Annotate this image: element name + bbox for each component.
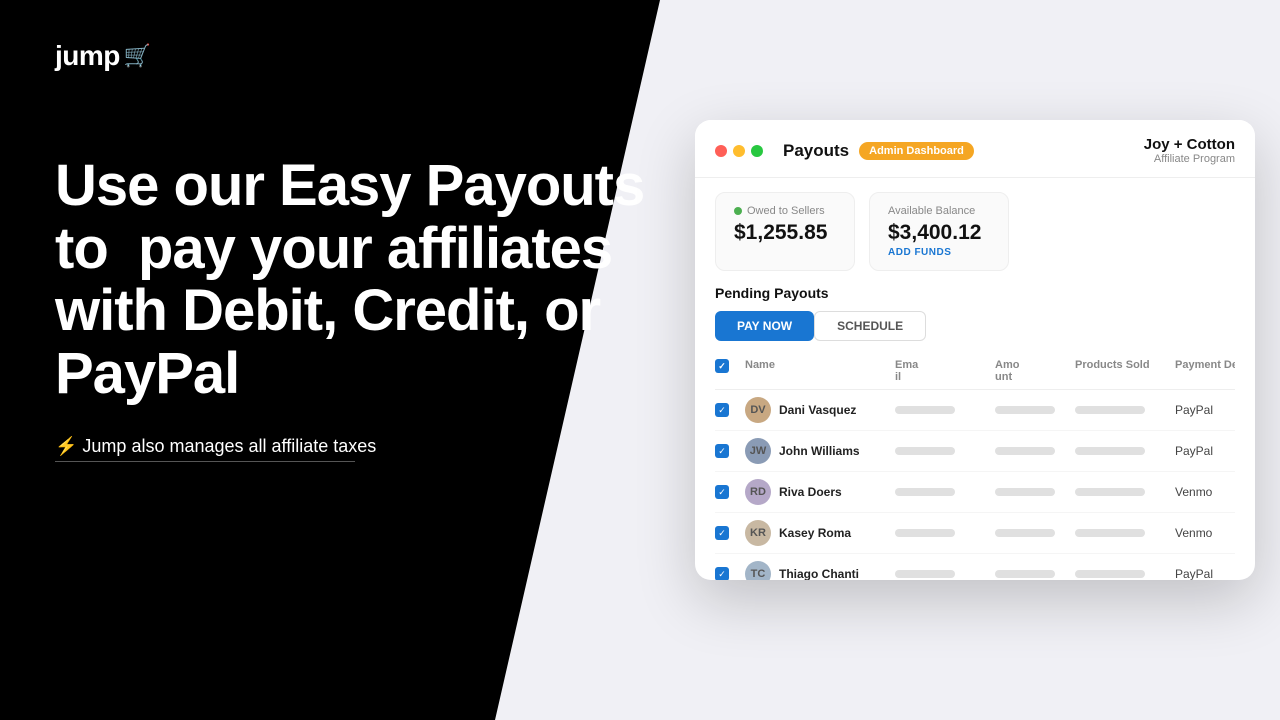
email-placeholder-2: [895, 447, 955, 455]
avatar-dani: DV: [745, 397, 771, 423]
stat-label-2: Available Balance: [888, 205, 990, 217]
stat-value-2: $3,400.12: [888, 221, 990, 245]
amount-placeholder-1: [995, 406, 1055, 414]
col-header-email: Email: [895, 359, 995, 383]
brand-info: Joy + Cotton Affiliate Program: [1144, 136, 1235, 165]
payment-method-3: Venmo: [1175, 485, 1235, 499]
row-checkbox-3[interactable]: [715, 485, 729, 499]
brand-name: Joy + Cotton: [1144, 136, 1235, 153]
schedule-tab[interactable]: SCHEDULE: [814, 311, 926, 341]
avatar-john: JW: [745, 438, 771, 464]
row-checkbox-2[interactable]: [715, 444, 729, 458]
products-placeholder-5: [1075, 570, 1145, 578]
avatar-thiago: TC: [745, 561, 771, 580]
col-header-amount: Amount: [995, 359, 1075, 383]
stat-label-1: Owed to Sellers: [734, 205, 836, 217]
amount-placeholder-5: [995, 570, 1055, 578]
pending-payouts-section: Pending Payouts PAY NOW SCHEDULE Name Em…: [695, 285, 1255, 580]
row-checkbox-5[interactable]: [715, 567, 729, 580]
row-name-2: John Williams: [779, 444, 860, 458]
pay-now-tab[interactable]: PAY NOW: [715, 311, 814, 341]
table-row: RD Riva Doers Venmo: [715, 472, 1235, 513]
logo-icon: 🛒: [124, 43, 151, 69]
payment-method-5: PayPal: [1175, 567, 1235, 580]
stat-dot-green: [734, 207, 742, 215]
logo-text: jump: [55, 40, 120, 72]
email-placeholder-1: [895, 406, 955, 414]
col-header-checkbox: [715, 359, 745, 383]
dashboard-window: Payouts Admin Dashboard Joy + Cotton Aff…: [695, 120, 1255, 580]
stat-value-1: $1,255.85: [734, 221, 836, 245]
minimize-button-icon[interactable]: [733, 145, 745, 157]
products-placeholder-3: [1075, 488, 1145, 496]
row-user-3: RD Riva Doers: [745, 479, 895, 505]
row-user-2: JW John Williams: [745, 438, 895, 464]
row-name-5: Thiago Chanti: [779, 567, 859, 580]
window-titlebar: Payouts Admin Dashboard Joy + Cotton Aff…: [695, 120, 1255, 178]
email-placeholder-5: [895, 570, 955, 578]
payouts-table: Name Email Amount Products Sold Payment …: [715, 353, 1235, 580]
table-row: JW John Williams PayPal: [715, 431, 1235, 472]
select-all-checkbox[interactable]: [715, 359, 729, 373]
email-placeholder-4: [895, 529, 955, 537]
products-placeholder-2: [1075, 447, 1145, 455]
row-checkbox-1[interactable]: [715, 403, 729, 417]
payment-method-4: Venmo: [1175, 526, 1235, 540]
table-header-row: Name Email Amount Products Sold Payment …: [715, 353, 1235, 390]
amount-placeholder-4: [995, 529, 1055, 537]
owed-to-sellers-card: Owed to Sellers $1,255.85: [715, 192, 855, 271]
table-row: TC Thiago Chanti PayPal: [715, 554, 1235, 580]
maximize-button-icon[interactable]: [751, 145, 763, 157]
col-header-payment: Payment Details: [1175, 359, 1235, 383]
row-user-4: KR Kasey Roma: [745, 520, 895, 546]
row-checkbox-4[interactable]: [715, 526, 729, 540]
payout-tabs: PAY NOW SCHEDULE: [715, 311, 1235, 341]
amount-placeholder-3: [995, 488, 1055, 496]
row-user-1: DV Dani Vasquez: [745, 397, 895, 423]
window-title: Payouts: [783, 141, 849, 161]
col-header-products: Products Sold: [1075, 359, 1175, 383]
row-name-3: Riva Doers: [779, 485, 842, 499]
col-header-name: Name: [745, 359, 895, 383]
table-row: KR Kasey Roma Venmo: [715, 513, 1235, 554]
stats-row: Owed to Sellers $1,255.85 Available Bala…: [695, 178, 1255, 285]
avatar-riva: RD: [745, 479, 771, 505]
products-placeholder-4: [1075, 529, 1145, 537]
pending-payouts-title: Pending Payouts: [715, 285, 1235, 301]
window-controls: [715, 145, 763, 157]
row-name-1: Dani Vasquez: [779, 403, 856, 417]
email-placeholder-3: [895, 488, 955, 496]
close-button-icon[interactable]: [715, 145, 727, 157]
amount-placeholder-2: [995, 447, 1055, 455]
available-balance-card: Available Balance $3,400.12 ADD FUNDS: [869, 192, 1009, 271]
row-user-5: TC Thiago Chanti: [745, 561, 895, 580]
payment-method-2: PayPal: [1175, 444, 1235, 458]
row-name-4: Kasey Roma: [779, 526, 851, 540]
admin-dashboard-badge[interactable]: Admin Dashboard: [859, 142, 974, 160]
products-placeholder-1: [1075, 406, 1145, 414]
add-funds-link[interactable]: ADD FUNDS: [888, 247, 990, 258]
logo[interactable]: jump 🛒: [55, 40, 151, 72]
payment-method-1: PayPal: [1175, 403, 1235, 417]
brand-subtitle: Affiliate Program: [1144, 153, 1235, 165]
avatar-kasey: KR: [745, 520, 771, 546]
table-row: DV Dani Vasquez PayPal: [715, 390, 1235, 431]
